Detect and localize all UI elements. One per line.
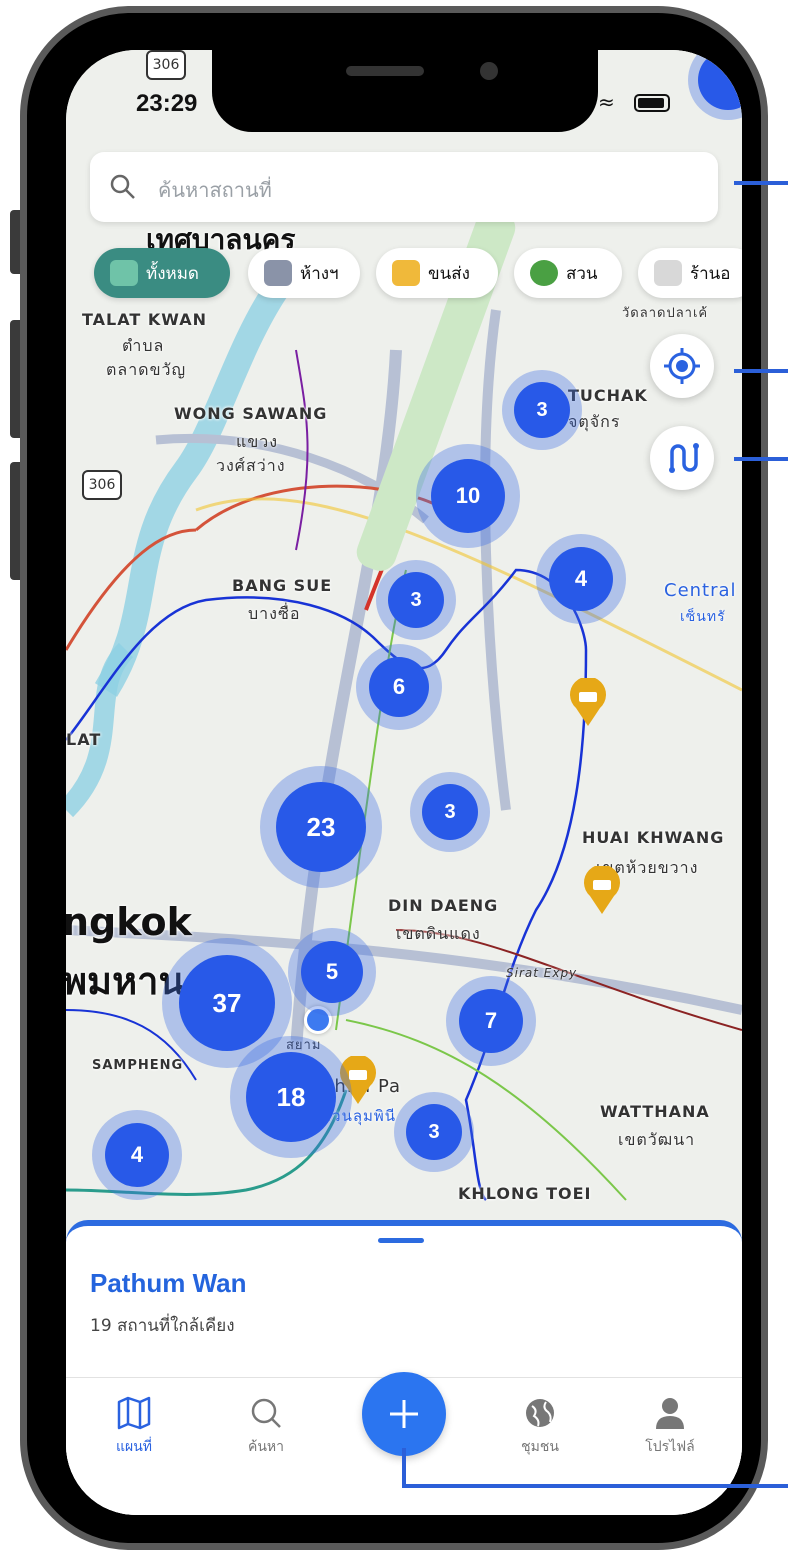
route-icon [669,443,699,473]
tab-label: ชุมชน [521,1439,559,1455]
status-time: 23:29 [136,90,198,117]
app-screen: เทศบาลนคร TALAT KWAN ตำบล ตลาดขวัญ WONG … [66,50,742,1515]
map-label-central: Central [664,580,737,601]
map-label-bangkok: ngkok [66,900,192,944]
sofa-pin-icon[interactable] [582,866,622,914]
map-label-lat: LAT [66,730,102,749]
map-cluster[interactable]: 4 [92,1110,182,1200]
map-label-khlong-toei: KHLONG TOEI [458,1184,592,1203]
chip-label: ขนส่ง [428,263,470,284]
tree-icon [530,260,558,286]
map-cluster[interactable]: 23 [260,766,382,888]
chip-restaurant[interactable]: ร้านอ [638,248,742,298]
map-cluster[interactable]: 3 [376,560,456,640]
search-input[interactable]: ค้นหาสถานที่ [158,174,272,206]
notch [212,50,598,132]
map-label-talat-kwan-th2: ตลาดขวัญ [106,360,187,379]
chip-park[interactable]: สวน [514,248,622,298]
map-cluster[interactable]: 5 [288,928,376,1016]
plus-icon [390,1400,418,1428]
map-label-bang-sue-th: บางซื่อ [248,604,301,623]
map-cluster[interactable]: 3 [410,772,490,852]
chip-all[interactable]: ทั้งหมด [94,248,230,298]
notch-speaker [346,66,424,76]
map-icon [117,1396,151,1430]
route-shield-306b: 306 [82,470,122,500]
map-label-central-th: เซ็นทรั [680,609,726,625]
battery-icon [634,94,670,112]
chip-mall[interactable]: ห้างฯ [248,248,360,298]
sofa-pin-icon[interactable] [568,678,608,726]
area-subtitle: 19 สถานที่ใกล้เคียง [90,1316,235,1336]
callout-line-route [734,457,788,461]
route-button[interactable] [650,426,714,490]
map-label-sirat-expy: Sirat Expy [506,966,578,980]
map-icon [110,260,138,286]
search-icon [110,174,135,199]
callout-line-search [734,181,788,185]
bus-icon [392,260,420,286]
person-icon [656,1398,684,1429]
tab-community[interactable]: ชุมชน [490,1396,590,1458]
map-label-wong-sawang-th2: วงศ์สว่าง [216,456,286,475]
map-cluster[interactable]: 6 [356,644,442,730]
tab-search[interactable]: ค้นหา [216,1396,316,1458]
crosshair-icon [664,348,700,384]
map-cluster[interactable]: 18 [230,1036,352,1158]
globe-icon [526,1399,554,1427]
tab-bar: แผนที่ ค้นหา ชุมชน โปรไฟล์ [66,1372,742,1515]
map-label-wong-sawang-th1: แขวง [236,432,279,451]
map-label-bang-sue: BANG SUE [232,576,333,595]
map-label-din-daeng: DIN DAENG [388,896,499,915]
map-cluster[interactable]: 3 [394,1092,474,1172]
map-cluster[interactable]: 10 [416,444,520,548]
tab-map[interactable]: แผนที่ [84,1396,184,1458]
notch-camera [480,62,498,80]
tab-label: โปรไฟล์ [645,1439,695,1455]
map-label-wat: วัดลาดปลาเค้ [622,306,709,321]
chip-label: ทั้งหมด [146,263,199,284]
tab-profile[interactable]: โปรไฟล์ [620,1396,720,1458]
map-label-sampheng: SAMPHENG [92,1058,184,1073]
tab-label: แผนที่ [115,1439,153,1455]
map-view[interactable]: เทศบาลนคร TALAT KWAN ตำบล ตลาดขวัญ WONG … [66,50,742,1235]
map-label-watthana: WATTHANA [600,1102,710,1121]
callout-line-locate [734,369,788,373]
map-cluster[interactable]: 4 [536,534,626,624]
map-label-watthana-th: เขตวัฒนา [618,1130,696,1149]
callout-line-add-v [402,1448,406,1488]
map-label-din-daeng-th: เขตดินแดง [396,924,481,943]
callout-line-add-h [402,1484,788,1488]
locate-me-button[interactable] [650,334,714,398]
route-shield-306a: 306 [146,50,186,80]
map-cluster[interactable]: 7 [446,976,536,1066]
building-icon [264,260,292,286]
chip-label: ร้านอ [690,263,731,284]
search-icon [251,1398,281,1428]
search-bar[interactable]: ค้นหาสถานที่ [90,152,718,222]
area-title: Pathum Wan [90,1268,247,1298]
wifi-icon: ≈ [598,90,615,114]
sheet-handle[interactable] [378,1238,424,1243]
add-button[interactable] [362,1372,446,1456]
map-label-talat-kwan: TALAT KWAN [82,310,207,329]
map-cluster[interactable]: 3 [502,370,582,450]
map-label-wong-sawang: WONG SAWANG [174,404,328,423]
chip-label: ห้างฯ [300,263,339,284]
plate-icon [654,260,682,286]
map-label-huai-khwang: HUAI KHWANG [582,828,725,847]
chip-label: สวน [566,263,598,284]
map-label-talat-kwan-th1: ตำบล [122,336,165,355]
tab-label: ค้นหา [247,1439,285,1455]
chip-transport[interactable]: ขนส่ง [376,248,498,298]
